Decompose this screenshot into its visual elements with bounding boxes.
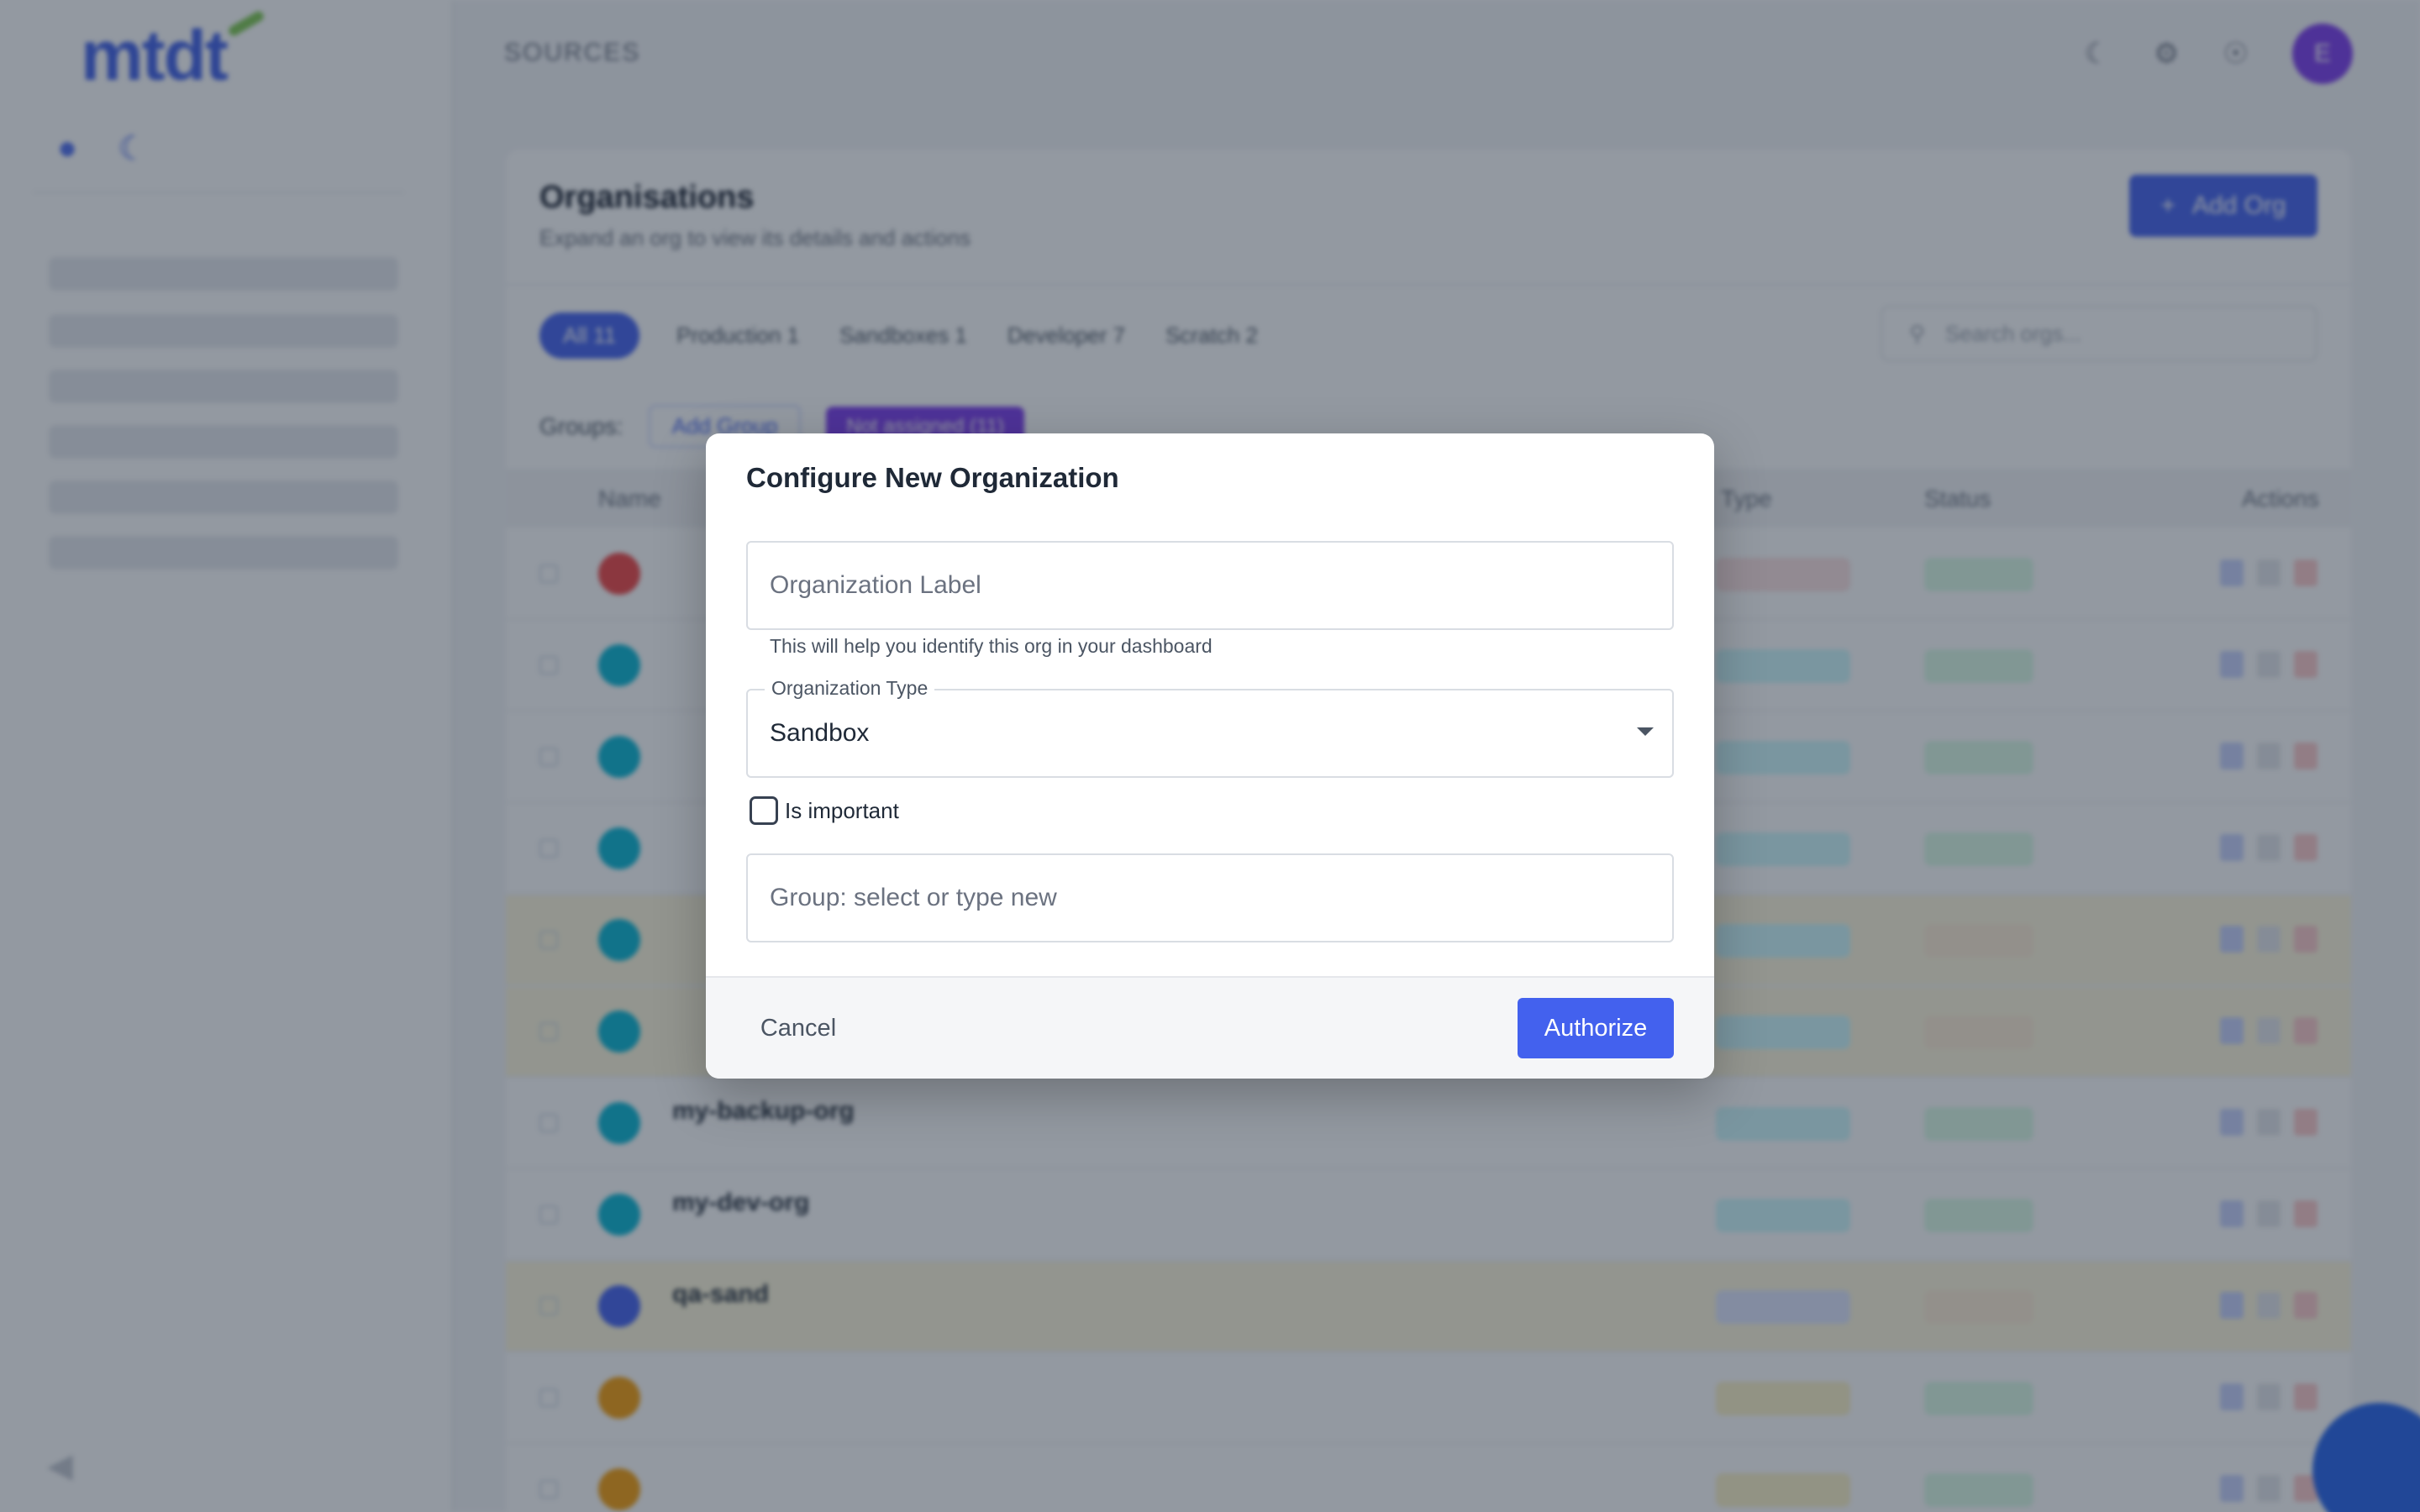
authorize-button[interactable]: Authorize: [1518, 998, 1674, 1058]
is-important-row: Is important: [750, 796, 899, 825]
organization-label-field[interactable]: [746, 541, 1674, 630]
dialog-title: Configure New Organization: [746, 462, 1119, 493]
cancel-button[interactable]: Cancel: [746, 998, 850, 1058]
organization-type-select[interactable]: Organization Type Sandbox: [746, 677, 1674, 778]
group-field[interactable]: [746, 853, 1674, 942]
caret-down-icon: [1637, 727, 1654, 736]
configure-organization-dialog: Configure New Organization This will hel…: [706, 433, 1714, 1079]
organization-label-helper: This will help you identify this org in …: [770, 635, 1213, 657]
organization-type-value: Sandbox: [770, 719, 870, 747]
dialog-footer: Cancel Authorize: [706, 976, 1714, 1079]
is-important-checkbox[interactable]: [750, 796, 778, 825]
is-important-label[interactable]: Is important: [785, 798, 899, 824]
organization-label-input[interactable]: [748, 543, 1672, 628]
group-input[interactable]: [748, 855, 1672, 941]
organization-type-label: Organization Type: [765, 677, 935, 700]
